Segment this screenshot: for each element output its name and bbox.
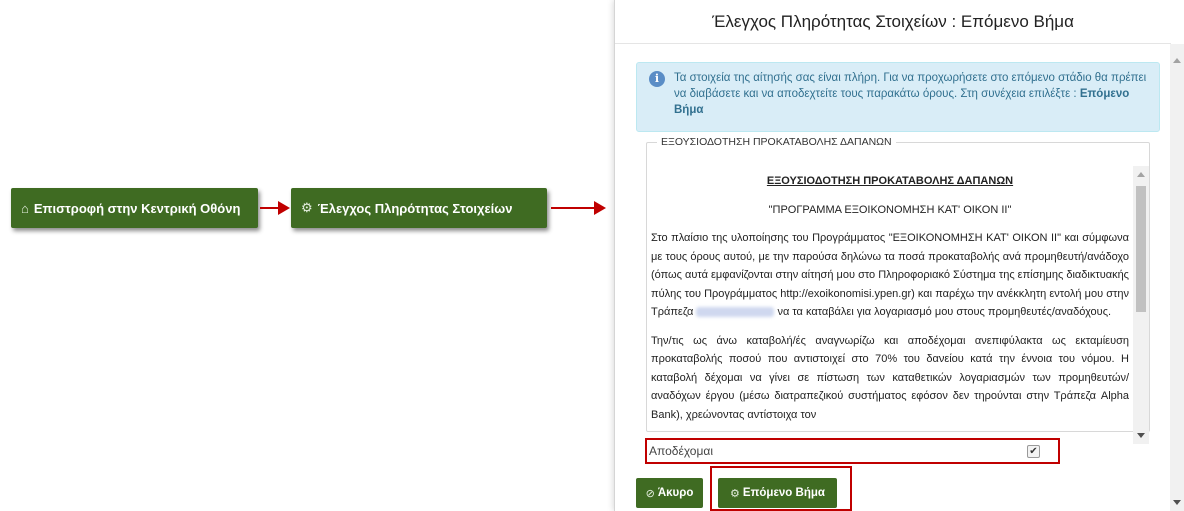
modal-title: Έλεγχος Πληρότητας Στοιχείων : Επόμενο Β… [615,0,1171,44]
accept-row: Αποδέχομαι ✔ [645,438,1060,464]
check-completeness-label: Έλεγχος Πληρότητας Στοιχείων [317,200,513,216]
modal-scrollbar[interactable] [1170,44,1184,511]
scroll-thumb[interactable] [1136,186,1146,312]
scroll-down-icon[interactable] [1173,500,1181,505]
flow-arrow [551,201,606,215]
home-button[interactable]: ⌂ Επιστροφή στην Κεντρική Οθόνη [11,188,258,228]
terms-paragraph-1: Στο πλαίσιο της υλοποίησης του Προγράμμα… [651,229,1129,322]
flow-arrow [260,201,290,215]
scroll-up-icon[interactable] [1173,58,1181,63]
terms-paragraph-1-end: να τα καταβάλει για λογαριασμό μου στους… [777,306,1112,318]
gear-icon: ⚙ [730,487,740,500]
alert-text: Τα στοιχεία της αίτησής σας είναι πλήρη.… [674,72,1147,100]
redacted-bank-name [696,307,775,318]
scroll-down-icon[interactable] [1137,433,1145,438]
info-alert: i Τα στοιχεία της αίτησής σας είναι πλήρ… [636,62,1160,132]
terms-heading: ΕΞΟΥΣΙΟΔΟΤΗΣΗ ΠΡΟΚΑΤΑΒΟΛΗΣ ΔΑΠΑΝΩΝ [766,175,1014,187]
terms-legend: ΕΞΟΥΣΙΟΔΟΤΗΣΗ ΠΡΟΚΑΤΑΒΟΛΗΣ ΔΑΠΑΝΩΝ [661,136,892,148]
accept-checkbox[interactable]: ✔ [1027,445,1040,458]
terms-scrollbar[interactable] [1133,166,1149,444]
next-step-button-label: Επόμενο Βήμα [742,487,825,499]
gear-icon: ⚙ [301,200,313,215]
info-icon: i [649,71,665,87]
next-step-button[interactable]: ⚙ Επόμενο Βήμα [718,478,837,508]
cancel-button-label: Άκυρο [657,487,694,499]
next-step-modal: Έλεγχος Πληρότητας Στοιχείων : Επόμενο Β… [614,0,1184,511]
terms-document: ΕΞΟΥΣΙΟΔΟΤΗΣΗ ΠΡΟΚΑΤΑΒΟΛΗΣ ΔΑΠΑΝΩΝ "ΠΡΟΓ… [647,166,1135,444]
cancel-button[interactable]: ⊘ Άκυρο [636,478,703,508]
terms-paragraph-2: Την/τις ως άνω καταβολή/ές αναγνωρίζω κα… [651,334,1129,421]
scroll-up-icon[interactable] [1137,172,1145,177]
home-icon: ⌂ [21,200,29,216]
terms-program: "ΠΡΟΓΡΑΜΜΑ ΕΞΟΙΚΟΝΟΜΗΣΗ ΚΑΤ' ΟΙΚΟΝ ΙΙ" [768,203,1012,216]
cancel-icon: ⊘ [645,487,655,500]
home-button-label: Επιστροφή στην Κεντρική Οθόνη [33,200,241,216]
accept-label: Αποδέχομαι [649,444,713,458]
check-completeness-button[interactable]: ⚙ Έλεγχος Πληρότητας Στοιχείων [291,188,547,228]
terms-fieldset: ΕΞΟΥΣΙΟΔΟΤΗΣΗ ΠΡΟΚΑΤΑΒΟΛΗΣ ΔΑΠΑΝΩΝ ΕΞΟΥΣ… [646,136,1150,444]
